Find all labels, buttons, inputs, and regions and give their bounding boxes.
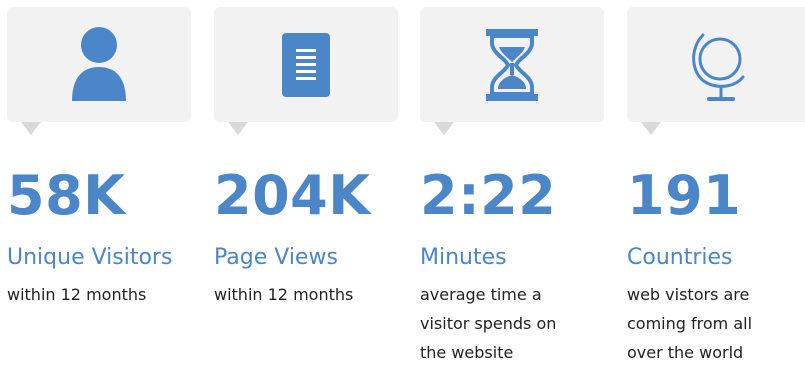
stat-description: web vistors are coming from all over the… bbox=[627, 285, 753, 362]
card-pointer bbox=[641, 122, 661, 135]
stat-label: Countries bbox=[627, 245, 733, 270]
card-pointer bbox=[434, 122, 454, 135]
stat-unique-visitors: 58K Unique Visitors within 12 months bbox=[7, 0, 207, 370]
stat-label: Page Views bbox=[214, 245, 338, 270]
card-pointer bbox=[21, 122, 41, 135]
stat-card bbox=[420, 7, 604, 122]
stat-value: 2:22 bbox=[420, 164, 557, 227]
document-icon bbox=[274, 25, 338, 105]
stat-card bbox=[7, 7, 191, 122]
stat-minutes: 2:22 Minutes average time a visitor spen… bbox=[420, 0, 620, 370]
person-icon bbox=[67, 25, 131, 105]
stat-page-views: 204K Page Views within 12 months bbox=[214, 0, 414, 370]
stat-description: average time a visitor spends on the web… bbox=[420, 285, 557, 362]
stat-value: 204K bbox=[214, 164, 371, 227]
hourglass-icon bbox=[480, 25, 544, 105]
stat-value: 58K bbox=[7, 164, 126, 227]
stat-value: 191 bbox=[627, 164, 742, 227]
stat-label: Minutes bbox=[420, 245, 507, 270]
stat-card bbox=[627, 7, 805, 122]
globe-icon bbox=[687, 25, 751, 105]
stat-description: within 12 months bbox=[214, 285, 354, 304]
card-pointer bbox=[228, 122, 248, 135]
stat-label: Unique Visitors bbox=[7, 245, 173, 270]
stat-countries: 191 Countries web vistors are coming fro… bbox=[627, 0, 805, 370]
stat-description: within 12 months bbox=[7, 285, 147, 304]
stat-card bbox=[214, 7, 398, 122]
